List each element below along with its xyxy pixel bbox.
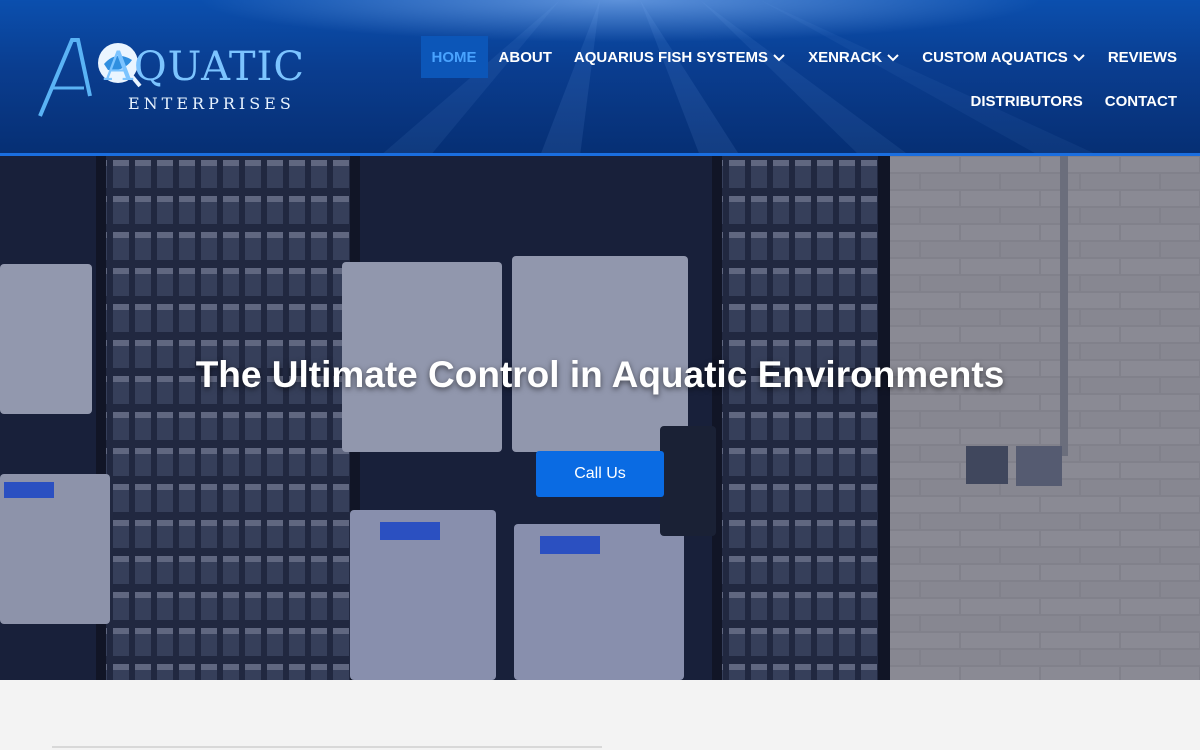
- nav-row-secondary: DISTRIBUTORS CONTACT: [418, 80, 1188, 122]
- call-us-button[interactable]: Call Us: [536, 451, 664, 497]
- nav-item-label: REVIEWS: [1107, 48, 1177, 66]
- hero-banner: The Ultimate Control in Aquatic Environm…: [0, 156, 1200, 680]
- logo-subtitle: ENTERPRISES: [128, 94, 295, 113]
- nav-item-contact[interactable]: CONTACT: [1094, 80, 1188, 122]
- nav-item-about[interactable]: ABOUT: [488, 36, 563, 78]
- aquatic-enterprises-logo[interactable]: AQUATIC ENTERPRISES: [38, 36, 304, 120]
- hero-tint-overlay: [0, 156, 1200, 680]
- nav-item-label: AQUARIUS FISH SYSTEMS: [573, 48, 769, 66]
- nav-item-label: CUSTOM AQUATICS: [922, 48, 1068, 66]
- site-header: AQUATIC ENTERPRISES HOME ABOUT AQUARIUS …: [0, 0, 1200, 156]
- nav-item-distributors[interactable]: DISTRIBUTORS: [960, 80, 1094, 122]
- content-section: [0, 680, 1200, 750]
- nav-item-label: DISTRIBUTORS: [970, 92, 1083, 110]
- nav-item-label: CONTACT: [1104, 92, 1177, 110]
- nav-item-reviews[interactable]: REVIEWS: [1097, 36, 1188, 78]
- logo-wordmark: AQUATIC: [104, 44, 305, 90]
- section-divider: [52, 746, 602, 748]
- main-navigation: HOME ABOUT AQUARIUS FISH SYSTEMS XENRACK…: [418, 36, 1188, 122]
- nav-row-primary: HOME ABOUT AQUARIUS FISH SYSTEMS XENRACK…: [418, 36, 1188, 78]
- nav-item-label: HOME: [431, 48, 477, 66]
- nav-item-label: XENRACK: [808, 48, 883, 66]
- chevron-down-icon: [887, 54, 899, 62]
- nav-item-label: ABOUT: [498, 48, 552, 66]
- chevron-down-icon: [1073, 54, 1085, 62]
- nav-item-home[interactable]: HOME: [420, 36, 488, 78]
- hero-title: The Ultimate Control in Aquatic Environm…: [195, 354, 1005, 395]
- nav-item-xenrack[interactable]: XENRACK: [797, 36, 911, 78]
- nav-item-aquarius-fish-systems[interactable]: AQUARIUS FISH SYSTEMS: [563, 36, 797, 78]
- nav-item-custom-aquatics[interactable]: CUSTOM AQUATICS: [911, 36, 1097, 78]
- chevron-down-icon: [773, 54, 785, 62]
